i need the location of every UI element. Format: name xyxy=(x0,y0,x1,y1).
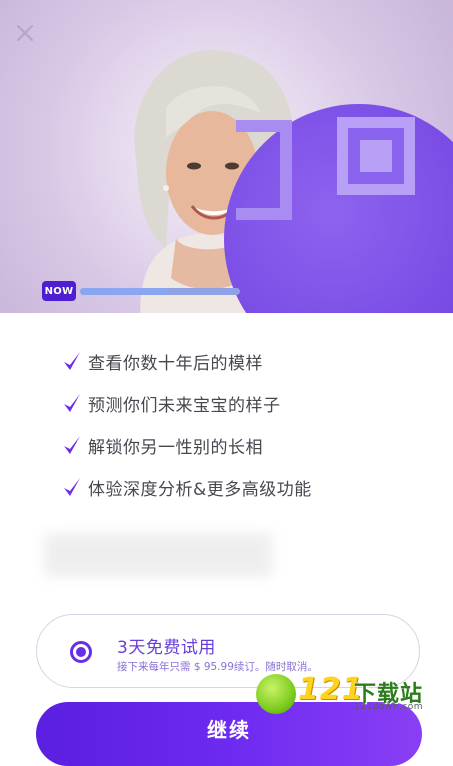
check-icon xyxy=(64,436,80,454)
blurred-content xyxy=(44,533,272,577)
close-icon[interactable] xyxy=(14,22,36,44)
age-progress-bar xyxy=(80,288,240,295)
hero-banner: NOW xyxy=(0,0,453,313)
feature-label: 体验深度分析&更多高级功能 xyxy=(88,479,312,500)
watermark: 121 下载站 121down.com xyxy=(256,672,436,718)
age-progress-fill xyxy=(80,288,168,295)
feature-item: 解锁你另一性别的长相 xyxy=(62,424,422,466)
watermark-logo-icon xyxy=(256,674,296,714)
check-icon xyxy=(64,352,80,370)
feature-label: 查看你数十年后的模样 xyxy=(88,353,263,374)
trial-title: 3天免费试用 xyxy=(117,638,216,658)
feature-item: 查看你数十年后的模样 xyxy=(62,340,422,382)
feature-label: 解锁你另一性别的长相 xyxy=(88,437,263,458)
check-icon xyxy=(64,478,80,496)
now-badge: NOW xyxy=(42,281,76,301)
radio-selected-icon[interactable] xyxy=(70,641,92,663)
feature-item: 体验深度分析&更多高级功能 xyxy=(62,466,422,508)
scan-frame-icon xyxy=(236,120,292,220)
check-icon xyxy=(64,394,80,412)
watermark-url: 121down.com xyxy=(354,702,424,712)
feature-list: 查看你数十年后的模样 预测你们未来宝宝的样子 解锁你另一性别的长相 体验深度分析… xyxy=(62,340,422,508)
feature-item: 预测你们未来宝宝的样子 xyxy=(62,382,422,424)
feature-label: 预测你们未来宝宝的样子 xyxy=(88,395,281,416)
